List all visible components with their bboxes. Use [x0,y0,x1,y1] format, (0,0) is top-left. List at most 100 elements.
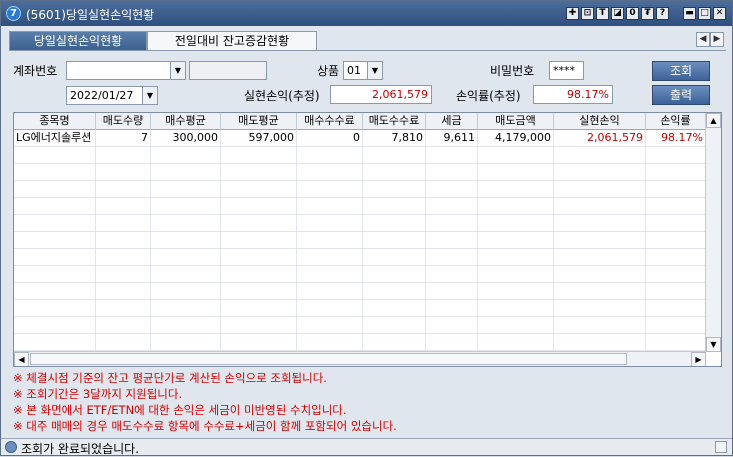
tab-balance-change[interactable]: 전일대비 잔고증감현황 [147,31,317,51]
grid-line [425,300,426,316]
help-icon[interactable]: ? [656,7,669,20]
title-bar: 7 (5601)당일실현손익현황 ✚ ⊡ T ◪ 0 ₮ ? ▬ □ ✕ [1,1,732,26]
chevron-down-icon[interactable]: ▼ [170,62,185,79]
col-buy-avg[interactable]: 매수평균 [151,113,221,130]
grid-line [553,249,554,265]
tab-prev-icon[interactable]: ◀ [696,32,710,47]
grid-line [296,147,297,163]
col-sell-amount[interactable]: 매도금액 [478,113,554,130]
grid-line [296,215,297,231]
grid-line [296,249,297,265]
window-title: (5601)당일실현손익현황 [26,8,155,22]
grid-line [150,334,151,350]
grid-line [220,181,221,197]
col-stock-name[interactable]: 종목명 [14,113,96,130]
add-icon[interactable]: ✚ [566,7,579,20]
app-icon: 7 [6,6,21,21]
grid-line [95,181,96,197]
grid-line [425,215,426,231]
date-picker[interactable]: 2022/01/27 ▼ [66,86,158,105]
resize-icon[interactable]: ◪ [611,7,624,20]
grid-line [150,147,151,163]
scroll-down-icon[interactable]: ▼ [706,337,721,352]
grid-line [95,232,96,248]
col-sell-qty[interactable]: 매도수량 [96,113,151,130]
grid-line [477,317,478,333]
col-sell-fee[interactable]: 매도수수료 [363,113,426,130]
account-select[interactable]: ▼ [66,61,186,80]
grid-line [95,164,96,180]
pnl-table: 종목명 매도수량 매수평균 매도평균 매수수수료 매도수수료 세금 매도금액 실… [13,112,722,367]
grid-line [425,249,426,265]
vertical-scrollbar[interactable]: ▲ ▼ [705,113,721,352]
grid-line [95,334,96,350]
grid-line [645,215,646,231]
password-field[interactable]: **** [549,61,584,80]
pnl-rate-value: 98.17% [533,85,613,104]
grid-line [150,215,151,231]
print-button[interactable]: 출력 [652,85,710,105]
zero-icon[interactable]: 0 [626,7,639,20]
grid-line [95,317,96,333]
grid-line [477,215,478,231]
grid-line [553,334,554,350]
col-sell-avg[interactable]: 매도평균 [221,113,297,130]
grid-line [553,181,554,197]
grid-line [95,198,96,214]
grid-line [477,181,478,197]
realized-pnl-value: 2,061,579 [330,85,432,104]
resize-grip-icon[interactable] [715,441,727,453]
link-icon[interactable]: ⊡ [581,7,594,20]
grid-line [150,198,151,214]
tab-realized-pnl[interactable]: 당일실현손익현황 [9,31,147,51]
account-label: 계좌번호 [13,64,58,78]
maximize-icon[interactable]: □ [698,7,711,20]
grid-line [477,232,478,248]
grid-line [553,283,554,299]
grid-line [220,198,221,214]
grid-line [296,181,297,197]
grid-line [645,164,646,180]
grid-line [362,198,363,214]
chevron-down-icon[interactable]: ▼ [142,87,157,104]
grid-line [362,334,363,350]
table-row[interactable]: LG에너지솔루션 7 300,000 597,000 0 7,810 9,611… [14,130,706,147]
grid-line [425,232,426,248]
grid-line [425,317,426,333]
grid-line [477,164,478,180]
empty-table-row [14,181,706,198]
minimize-icon[interactable]: ▬ [683,7,696,20]
grid-line [477,147,478,163]
col-buy-fee[interactable]: 매수수수료 [297,113,363,130]
empty-table-row [14,249,706,266]
product-select[interactable]: 01 ▼ [343,61,383,80]
grid-line [553,300,554,316]
date-value: 2022/01/27 [70,89,134,102]
query-button[interactable]: 조회 [652,61,710,81]
pin-icon[interactable]: ₮ [641,7,654,20]
grid-line [95,266,96,282]
grid-line [477,198,478,214]
scroll-up-icon[interactable]: ▲ [706,113,721,128]
note-line: ※ 대주 매매의 경우 매도수수료 항목에 수수료+세금이 함께 포함되어 있습… [13,419,397,433]
scroll-right-icon[interactable]: ▶ [691,352,706,366]
grid-line [425,164,426,180]
horizontal-scrollbar[interactable]: ◀ ▶ [14,351,706,366]
scroll-thumb[interactable] [30,353,627,365]
grid-line [553,266,554,282]
scroll-left-icon[interactable]: ◀ [14,352,29,366]
col-realized-pnl[interactable]: 실현손익 [554,113,646,130]
grid-line [95,215,96,231]
grid-line [220,215,221,231]
grid-line [645,249,646,265]
tab-next-icon[interactable]: ▶ [710,32,724,47]
text-icon[interactable]: T [596,7,609,20]
table-header: 종목명 매도수량 매수평균 매도평균 매수수수료 매도수수료 세금 매도금액 실… [14,113,706,130]
grid-line [425,283,426,299]
col-pnl-rate[interactable]: 손익률 [646,113,706,130]
chevron-down-icon[interactable]: ▼ [367,62,382,79]
col-tax[interactable]: 세금 [426,113,478,130]
close-icon[interactable]: ✕ [713,7,726,20]
grid-line [220,334,221,350]
grid-line [296,300,297,316]
